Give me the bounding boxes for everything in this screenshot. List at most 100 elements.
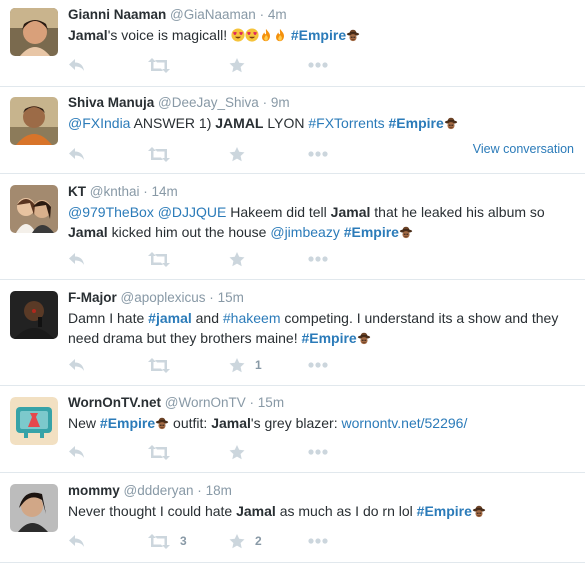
mention-link[interactable]: @jimbeazy (270, 224, 339, 240)
avatar[interactable] (10, 291, 58, 339)
avatar[interactable] (10, 185, 58, 233)
user-screenname[interactable]: @DeeJay_Shiva (158, 95, 259, 110)
mention-link[interactable]: @FXIndia (68, 115, 130, 131)
tweet-text-segment: Damn I hate (68, 310, 149, 326)
retweet-button[interactable] (148, 56, 180, 74)
hashtag-link[interactable]: #Empire (417, 503, 472, 519)
empire-hat-icon (357, 330, 371, 346)
mention-link[interactable]: #FXTorrents (308, 115, 384, 131)
hashtag-link[interactable]: #Empire (100, 415, 155, 431)
reply-button[interactable] (68, 443, 85, 461)
favorite-button[interactable] (229, 56, 255, 74)
star-icon (229, 444, 245, 460)
tweet-actions: 1 (68, 356, 348, 374)
url-link[interactable]: wornontv.net/52296/ (342, 415, 468, 431)
retweet-button[interactable] (148, 443, 180, 461)
retweet-icon (148, 533, 170, 549)
favorite-button[interactable]: 1 (229, 356, 262, 374)
retweet-icon (148, 57, 170, 73)
retweet-icon (148, 357, 170, 373)
hashtag-link[interactable]: #Empire (389, 115, 444, 131)
tweet[interactable]: mommy @ddderyan · 18m Never thought I cou… (0, 473, 585, 563)
retweet-button[interactable] (148, 250, 180, 268)
reply-icon (68, 534, 85, 548)
user-screenname[interactable]: @knthai (90, 184, 140, 199)
avatar[interactable] (10, 8, 58, 56)
header-separator: · (262, 95, 268, 110)
tweet-timestamp[interactable]: 15m (258, 395, 284, 410)
user-fullname[interactable]: KT (68, 184, 86, 199)
hashtag-link[interactable]: #Empire (301, 330, 356, 346)
view-conversation-link[interactable]: View conversation (473, 142, 574, 156)
tweet-timestamp[interactable]: 4m (268, 7, 287, 22)
tweet[interactable]: KT @knthai · 14m @979TheBox @DJJQUE Hakee… (0, 174, 585, 280)
retweet-button[interactable] (148, 145, 180, 163)
mention-link[interactable]: #hakeem (223, 310, 281, 326)
user-fullname[interactable]: Shiva Manuja (68, 95, 154, 110)
tweet-text-segment: Never thought I could hate (68, 503, 237, 519)
tweet-text: @FXIndia ANSWER 1) JAMAL LYON #FXTorrent… (68, 113, 577, 133)
tweet-text: New #Empire outfit: Jamal's grey blazer:… (68, 413, 577, 433)
more-button[interactable] (308, 250, 328, 268)
tweet-text: Jamal's voice is magicall! #Empire (68, 25, 577, 45)
retweet-button[interactable]: 3 (148, 532, 187, 550)
more-button[interactable] (308, 443, 328, 461)
avatar[interactable] (10, 97, 58, 145)
user-fullname[interactable]: mommy (68, 483, 120, 498)
header-separator: · (259, 7, 265, 22)
reply-button[interactable] (68, 532, 85, 550)
more-icon (308, 362, 328, 368)
tweet[interactable]: Gianni Naaman @GiaNaaman · 4m Jamal's voi… (0, 0, 585, 87)
reply-button[interactable] (68, 250, 85, 268)
header-separator: · (249, 395, 255, 410)
favorite-button[interactable] (229, 145, 255, 163)
more-button[interactable] (308, 145, 328, 163)
keyword-highlight: Jamal (330, 204, 371, 220)
hashtag-link[interactable]: #Empire (344, 224, 399, 240)
tweet[interactable]: Shiva Manuja @DeeJay_Shiva · 9m @FXIndia … (0, 87, 585, 174)
retweet-button[interactable] (148, 356, 180, 374)
tweet-text-segment: 's voice is magicall! (107, 27, 231, 43)
hashtag-link[interactable]: #Empire (291, 27, 346, 43)
reply-button[interactable] (68, 56, 85, 74)
user-screenname[interactable]: @WornOnTV (165, 395, 246, 410)
star-icon (229, 357, 245, 373)
tweet[interactable]: WornOnTV.net @WornOnTV · 15m New #Empire … (0, 386, 585, 473)
user-fullname[interactable]: Gianni Naaman (68, 7, 166, 22)
fire-emoji (259, 27, 273, 43)
user-fullname[interactable]: F-Major (68, 290, 117, 305)
mention-link[interactable]: @979TheBox (68, 204, 154, 220)
tweet-timestamp[interactable]: 18m (206, 483, 232, 498)
favorite-button[interactable]: 2 (229, 532, 262, 550)
hashtag-link[interactable]: #jamal (148, 310, 192, 326)
more-icon (308, 256, 328, 262)
mention-link[interactable]: @DJJQUE (158, 204, 227, 220)
more-button[interactable] (308, 532, 328, 550)
empire-hat-icon (399, 224, 413, 240)
favorite-count: 2 (255, 534, 262, 548)
user-fullname[interactable]: WornOnTV.net (68, 395, 161, 410)
tweet-text-segment: kicked him out the house (107, 224, 271, 240)
tweet-actions (68, 145, 348, 163)
more-button[interactable] (308, 356, 328, 374)
favorite-button[interactable] (229, 443, 255, 461)
user-screenname[interactable]: @GiaNaaman (170, 7, 256, 22)
tweet-timestamp[interactable]: 14m (152, 184, 178, 199)
avatar[interactable] (10, 397, 58, 445)
tweet[interactable]: F-Major @apoplexicus · 15m Damn I hate #j… (0, 280, 585, 386)
favorite-button[interactable] (229, 250, 255, 268)
more-button[interactable] (308, 56, 328, 74)
tweet-timestamp[interactable]: 9m (271, 95, 290, 110)
reply-button[interactable] (68, 145, 85, 163)
avatar[interactable] (10, 484, 58, 532)
tweet-timestamp[interactable]: 15m (218, 290, 244, 305)
tweet-text-segment: that he leaked his album so (370, 204, 545, 220)
tweet-text-segment: New (68, 415, 100, 431)
user-screenname[interactable]: @apoplexicus (121, 290, 206, 305)
tweet-text-segment: outfit: (169, 415, 212, 431)
tweet-actions: 32 (68, 532, 348, 550)
retweet-icon (148, 146, 170, 162)
reply-button[interactable] (68, 356, 85, 374)
user-screenname[interactable]: @ddderyan (124, 483, 194, 498)
keyword-highlight: Jamal (68, 224, 108, 240)
